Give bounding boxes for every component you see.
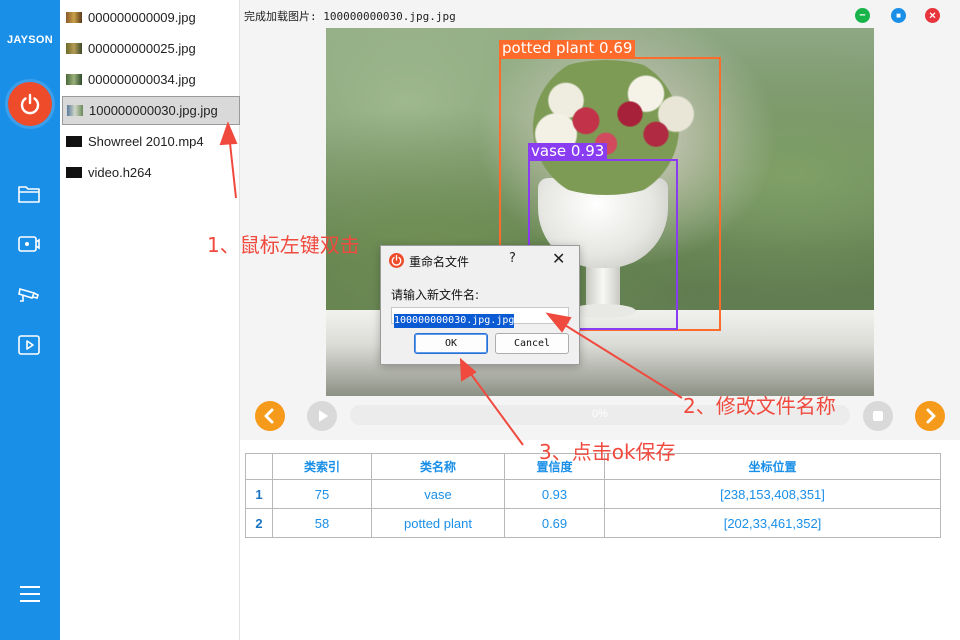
file-list: 000000000009.jpg 000000000025.jpg 000000…: [60, 0, 240, 640]
dialog-close-button[interactable]: ✕: [552, 249, 565, 268]
results-table: 类索引 类名称 置信度 坐标位置 1 75 vase 0.93 [238,153…: [245, 453, 941, 538]
cell-class-index: 75: [272, 479, 372, 509]
file-name: 100000000030.jpg.jpg: [89, 103, 218, 118]
row-number: 1: [245, 479, 273, 509]
image-thumbnail: [66, 43, 82, 54]
annotation-step1: 1、鼠标左键双击: [207, 233, 360, 257]
help-button[interactable]: ?: [509, 251, 516, 266]
play-icon: [319, 410, 328, 422]
image-thumbnail: [67, 105, 83, 116]
cell-class-name: vase: [371, 479, 505, 509]
menu-icon[interactable]: [19, 584, 41, 604]
video-thumbnail: [66, 167, 82, 178]
maximize-icon: ■: [896, 10, 901, 20]
cancel-button[interactable]: Cancel: [495, 333, 569, 354]
stop-icon: [873, 411, 883, 421]
power-icon: [20, 93, 40, 115]
row-number: 2: [245, 508, 273, 538]
camera-icon[interactable]: [17, 233, 41, 255]
bbox-label-vase: vase 0.93: [528, 143, 608, 160]
minimize-button[interactable]: −: [855, 8, 870, 23]
list-item[interactable]: 000000000009.jpg: [62, 3, 240, 32]
image-thumbnail: [66, 12, 82, 23]
list-item[interactable]: video.h264: [62, 158, 240, 187]
file-name: 000000000009.jpg: [88, 10, 196, 25]
brand-logo: JAYSON: [6, 34, 54, 46]
header-corner: [245, 453, 273, 480]
list-item[interactable]: Showreel 2010.mp4: [62, 127, 240, 156]
list-item[interactable]: 000000000034.jpg: [62, 65, 240, 94]
bbox-label-potted-plant: potted plant 0.69: [499, 40, 636, 57]
play-icon[interactable]: [17, 334, 41, 356]
maximize-button[interactable]: ■: [891, 8, 906, 23]
status-text: 完成加载图片: 100000000030.jpg.jpg: [244, 10, 456, 23]
cctv-icon[interactable]: [17, 283, 41, 305]
header-class-index: 类索引: [272, 453, 372, 480]
chevron-right-icon: [926, 408, 936, 424]
power-button[interactable]: [8, 82, 52, 126]
cell-coords: [202,33,461,352]: [604, 508, 941, 538]
annotation-step2: 2、修改文件名称: [683, 394, 836, 418]
cell-class-index: 58: [272, 508, 372, 538]
filename-input[interactable]: 100000000030.jpg.jpg: [391, 307, 569, 328]
close-icon: ✕: [928, 10, 937, 20]
annotation-step3: 3、点击ok保存: [539, 440, 676, 464]
file-name: video.h264: [88, 165, 152, 180]
play-button[interactable]: [307, 401, 337, 431]
main-panel: 完成加载图片: 100000000030.jpg.jpg − ■ ✕ potte…: [240, 0, 960, 640]
results-panel: 类索引 类名称 置信度 坐标位置 1 75 vase 0.93 [238,153…: [240, 440, 960, 640]
cell-confidence: 0.93: [504, 479, 605, 509]
header-class-name: 类名称: [371, 453, 505, 480]
list-item-selected[interactable]: 100000000030.jpg.jpg: [62, 96, 240, 125]
cell-confidence: 0.69: [504, 508, 605, 538]
sidebar: JAYSON: [0, 0, 60, 640]
filename-input-value: 100000000030.jpg.jpg: [394, 314, 515, 328]
minimize-icon: −: [859, 9, 866, 21]
cell-class-name: potted plant: [371, 508, 505, 538]
image-thumbnail: [66, 74, 82, 85]
dialog-prompt: 请输入新文件名:: [391, 288, 480, 302]
list-item[interactable]: 000000000025.jpg: [62, 34, 240, 63]
next-button[interactable]: [915, 401, 945, 431]
rename-dialog: 重命名文件 ? ✕ 请输入新文件名: 100000000030.jpg.jpg …: [380, 245, 580, 365]
file-name: 000000000034.jpg: [88, 72, 196, 87]
stop-button[interactable]: [863, 401, 893, 431]
folder-icon[interactable]: [17, 183, 41, 205]
chevron-left-icon: [264, 408, 274, 424]
ok-button[interactable]: OK: [414, 333, 488, 354]
close-window-button[interactable]: ✕: [925, 8, 940, 23]
dialog-title: 重命名文件: [409, 255, 470, 269]
file-name: 000000000025.jpg: [88, 41, 196, 56]
video-thumbnail: [66, 136, 82, 147]
cell-coords: [238,153,408,351]: [604, 479, 941, 509]
app-icon: [389, 253, 404, 268]
table-row[interactable]: 1 75 vase 0.93 [238,153,408,351]: [245, 479, 941, 509]
file-name: Showreel 2010.mp4: [88, 134, 204, 149]
table-row[interactable]: 2 58 potted plant 0.69 [202,33,461,352]: [245, 508, 941, 538]
previous-button[interactable]: [255, 401, 285, 431]
